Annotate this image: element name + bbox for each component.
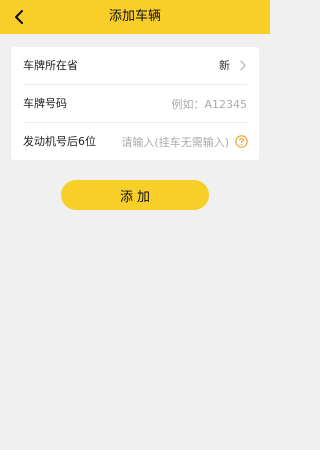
engine-number-input[interactable] xyxy=(99,132,229,152)
plate-number-input[interactable] xyxy=(107,94,247,114)
engine-row: 发动机号后6位 xyxy=(11,123,259,160)
engine-label: 发动机号后6位 xyxy=(23,135,96,148)
add-vehicle-button[interactable]: 添加 xyxy=(61,180,209,210)
page-title: 添加车辆 xyxy=(108,9,161,24)
chevron-right-icon xyxy=(240,60,246,71)
province-row[interactable]: 车牌所在省 新 xyxy=(11,47,259,84)
help-icon[interactable] xyxy=(235,135,248,148)
vehicle-form-card: 车牌所在省 新 车牌号码 发动机号后6位 xyxy=(11,47,259,160)
plate-row: 车牌号码 xyxy=(11,85,259,122)
province-value: 新 xyxy=(219,59,230,72)
plate-label: 车牌号码 xyxy=(23,97,67,110)
nav-header: 添加车辆 xyxy=(0,0,270,34)
province-label: 车牌所在省 xyxy=(23,59,78,72)
